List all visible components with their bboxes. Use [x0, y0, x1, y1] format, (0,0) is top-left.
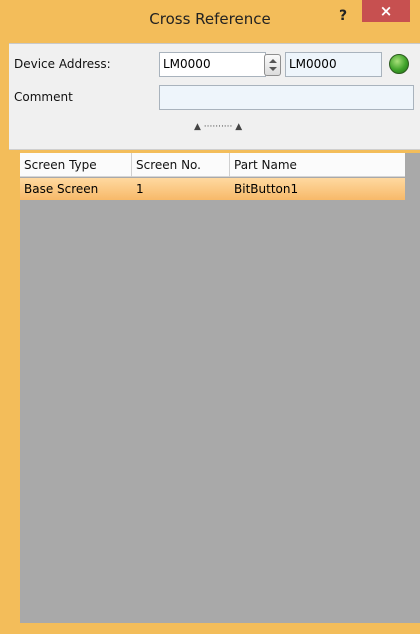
- search-form-panel: Device Address: LM0000 LM0000 Comment: [9, 43, 420, 120]
- device-address-from-input[interactable]: LM0000: [159, 52, 266, 77]
- results-grid: Screen Type Screen No. Part Name Base Sc…: [20, 153, 420, 623]
- window-title: Cross Reference: [149, 10, 271, 28]
- panel-splitter[interactable]: ▲ ·········· ▲: [9, 120, 420, 150]
- go-search-button[interactable]: [389, 54, 409, 74]
- device-address-label: Device Address:: [14, 57, 111, 71]
- cell-part-name: BitButton1: [234, 182, 299, 196]
- address-spin-control[interactable]: [264, 54, 281, 76]
- comment-input[interactable]: [159, 85, 414, 110]
- title-bar[interactable]: Cross Reference ? ×: [0, 0, 420, 40]
- grid-empty-area: [405, 153, 420, 623]
- grid-header: Screen Type Screen No. Part Name: [20, 153, 405, 177]
- cross-reference-window: Cross Reference ? × Device Address: LM00…: [0, 0, 420, 634]
- comment-label: Comment: [14, 90, 73, 104]
- cell-screen-no: 1: [136, 182, 144, 196]
- help-button[interactable]: ?: [333, 8, 353, 26]
- close-button[interactable]: ×: [362, 0, 410, 22]
- device-address-to-input[interactable]: LM0000: [285, 52, 382, 77]
- spin-down-icon[interactable]: [269, 67, 277, 71]
- column-header-screen-no[interactable]: Screen No.: [132, 153, 230, 177]
- column-header-screen-type[interactable]: Screen Type: [20, 153, 132, 177]
- spin-up-icon[interactable]: [269, 59, 277, 63]
- table-row[interactable]: Base Screen 1 BitButton1: [20, 178, 405, 200]
- column-header-part-name[interactable]: Part Name: [230, 153, 405, 177]
- cell-screen-type: Base Screen: [24, 182, 99, 196]
- splitter-grip-icon[interactable]: ▲ ·········· ▲: [194, 122, 242, 132]
